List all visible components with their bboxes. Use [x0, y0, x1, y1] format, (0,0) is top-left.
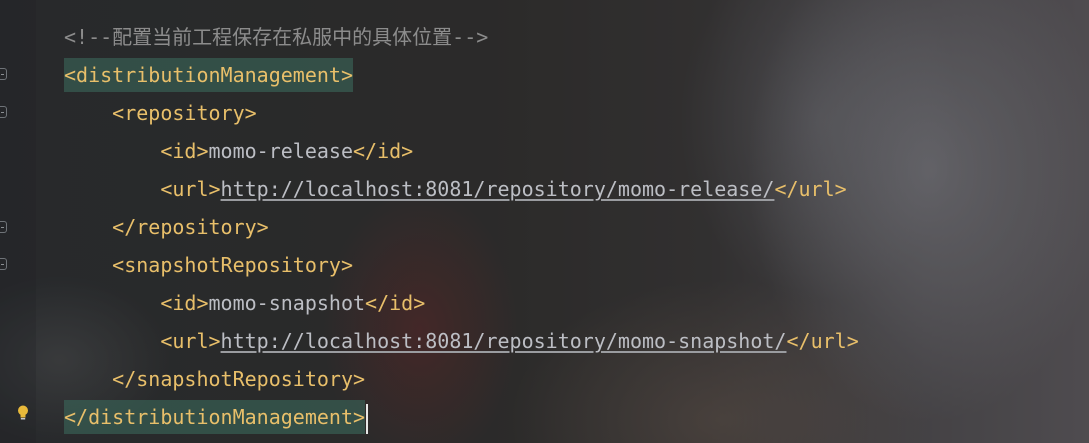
tag-id-close: </id>: [365, 291, 426, 315]
xml-comment: <!--配置当前工程保存在私服中的具体位置-->: [64, 25, 489, 49]
tag-url-open: <url>: [160, 177, 221, 201]
lightbulb-icon[interactable]: [17, 405, 29, 421]
tag-snapshot-repository-close: </snapshotRepository>: [112, 367, 366, 391]
tag-distribution-management-close: </distributionManagement>: [64, 400, 366, 434]
tag-repository-open: <repository>: [112, 101, 257, 125]
release-url-link[interactable]: http://localhost:8081/repository/momo-re…: [221, 177, 775, 201]
fold-icon[interactable]: [0, 106, 7, 118]
tag-url-close: </url>: [786, 329, 859, 353]
tag-repository-close: </repository>: [112, 215, 269, 239]
release-id-value: momo-release: [208, 139, 354, 163]
code-area[interactable]: <!--配置当前工程保存在私服中的具体位置--> <distributionMa…: [64, 18, 1084, 436]
code-line-repository-close: </repository>: [64, 208, 1084, 246]
snapshot-url-link[interactable]: http://localhost:8081/repository/momo-sn…: [221, 329, 787, 353]
editor-gutter: [0, 0, 36, 443]
fold-icon[interactable]: [0, 221, 7, 233]
tag-id-open: <id>: [160, 139, 209, 163]
tag-url-open: <url>: [160, 329, 221, 353]
code-line-repository-open: <repository>: [64, 94, 1084, 132]
tag-id-open: <id>: [160, 291, 209, 315]
fold-icon[interactable]: [0, 258, 7, 270]
code-line-distribution-open: <distributionManagement>: [64, 56, 1084, 94]
code-line-distribution-close: </distributionManagement>: [64, 398, 1084, 436]
tag-distribution-management-open: <distributionManagement>: [64, 58, 353, 92]
code-line-snapshot-id: <id>momo-snapshot</id>: [64, 284, 1084, 322]
code-line-snapshot-open: <snapshotRepository>: [64, 246, 1084, 284]
fold-icon[interactable]: [0, 68, 7, 80]
code-line-snapshot-close: </snapshotRepository>: [64, 360, 1084, 398]
text-cursor: [366, 403, 369, 434]
tag-snapshot-repository-open: <snapshotRepository>: [112, 253, 353, 277]
snapshot-id-value: momo-snapshot: [208, 291, 366, 315]
code-line-release-url: <url>http://localhost:8081/repository/mo…: [64, 170, 1084, 208]
code-line-comment: <!--配置当前工程保存在私服中的具体位置-->: [64, 18, 1084, 56]
tag-id-close: </id>: [353, 139, 414, 163]
tag-url-close: </url>: [774, 177, 847, 201]
code-line-release-id: <id>momo-release</id>: [64, 132, 1084, 170]
code-line-snapshot-url: <url>http://localhost:8081/repository/mo…: [64, 322, 1084, 360]
